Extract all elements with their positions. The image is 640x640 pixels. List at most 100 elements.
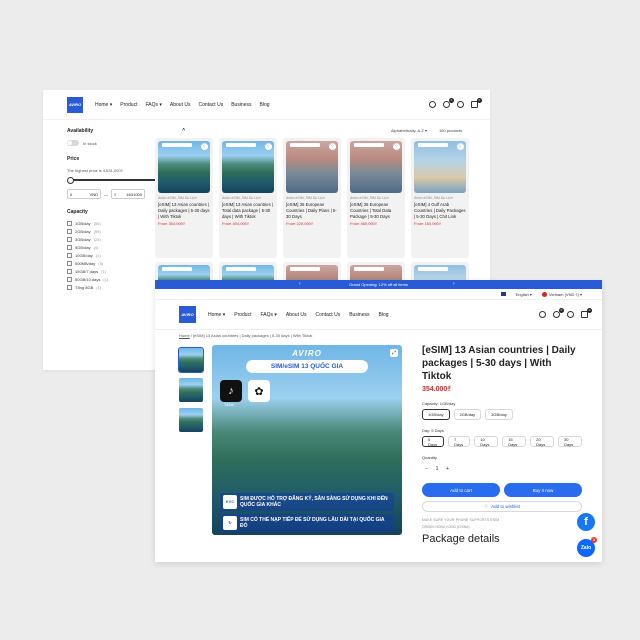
search-icon[interactable]: [429, 101, 436, 108]
product-card[interactable]: ♡ Avivo eSIM, SIM Du Lịch [eSIM] 35 Euro…: [283, 138, 341, 258]
cart-icon[interactable]: 0: [471, 98, 482, 108]
header-icons: 0 0: [429, 98, 482, 108]
quantity-input[interactable]: 1: [436, 466, 439, 472]
nav-faqs[interactable]: FAQs ▾: [145, 102, 161, 108]
site-logo[interactable]: AVIRO: [179, 306, 196, 323]
brand-logo: AVIRO: [292, 349, 322, 358]
price-max-input[interactable]: ₫ 4631000: [111, 189, 145, 199]
product-title[interactable]: [eSIM] 35 European Countries | Daily Pla…: [286, 202, 338, 219]
capacity-option[interactable]: 2GB/day: [453, 409, 482, 420]
product-image[interactable]: ♡: [222, 141, 274, 193]
nav-blog[interactable]: Blog: [260, 102, 270, 108]
nav-blog[interactable]: Blog: [379, 312, 389, 318]
nav-home[interactable]: Home ▾: [95, 102, 112, 108]
heart-icon[interactable]: ♡: [201, 143, 208, 150]
checkbox: [67, 277, 72, 282]
product-image[interactable]: ♡: [350, 141, 402, 193]
product-info: [eSIM] 13 Asian countries | Daily packag…: [422, 344, 582, 545]
nav-contact[interactable]: Contact Us: [198, 102, 223, 108]
product-title[interactable]: [eSIM] 13 Asian countries | Daily packag…: [158, 202, 210, 219]
main-product-image[interactable]: AVIRO ⤢ SIM/eSIM 13 QUỐC GIA ♪ TikTok ✿ …: [212, 345, 402, 535]
product-card[interactable]: ♡ Avivo eSIM, SIM Du Lịch [eSIM] 4 Gulf …: [411, 138, 469, 258]
in-stock-toggle[interactable]: [67, 140, 79, 146]
cart-icon[interactable]: 0: [581, 308, 592, 318]
checkbox: [67, 269, 72, 274]
buy-now-button[interactable]: Buy it now: [504, 483, 582, 497]
product-image[interactable]: ♡: [286, 141, 338, 193]
thumbnail[interactable]: [178, 347, 204, 373]
currency-selector[interactable]: Vietnam (VND ₫) ▾: [549, 292, 582, 297]
capacity-option[interactable]: 1GB/day: [422, 409, 450, 420]
purchase-buttons: Add to cart Buy it now: [422, 483, 582, 497]
product-card[interactable]: ♡ Avivo eSIM, SIM Du Lịch [eSIM] 35 Euro…: [347, 138, 405, 258]
product-image[interactable]: ♡: [414, 141, 466, 193]
price-min-input[interactable]: 0 VND: [67, 189, 101, 199]
add-to-cart-button[interactable]: Add to cart: [422, 483, 500, 497]
heart-icon[interactable]: ♡: [329, 143, 336, 150]
product-window: ‹ Grand Opening: 12% off all items › Eng…: [155, 280, 602, 562]
kyc-icon: KYC: [223, 495, 237, 509]
thumbnail[interactable]: [179, 378, 203, 402]
nav-business[interactable]: Business: [231, 102, 251, 108]
nav-about[interactable]: About Us: [286, 312, 307, 318]
language-selector[interactable]: English ▾: [516, 292, 532, 297]
header-icons: 0 0: [539, 308, 592, 318]
product-card[interactable]: ♡ Avivo eSIM, SIM Du Lịch [eSIM] 13 Asia…: [219, 138, 277, 258]
wishlist-icon[interactable]: 0: [443, 98, 454, 108]
product-image[interactable]: ♡: [158, 141, 210, 193]
zalo-chat-button[interactable]: Zalo 1: [577, 537, 597, 557]
chevron-right-icon[interactable]: ›: [453, 281, 455, 287]
flag-icon: [500, 292, 506, 296]
capacity-option[interactable]: 3GB/day: [485, 409, 513, 420]
heart-icon: ♡: [484, 503, 489, 509]
nav-faqs[interactable]: FAQs ▾: [260, 312, 276, 318]
product-title[interactable]: [eSIM] 13 Asian countries | Total data p…: [222, 202, 274, 219]
nav-product[interactable]: Product: [234, 312, 251, 318]
checkbox: [67, 253, 72, 258]
collection-toolbar: Alphabetically, A-Z ▾ 100 products: [391, 128, 462, 133]
nav-product[interactable]: Product: [120, 102, 137, 108]
plus-button[interactable]: +: [446, 466, 449, 472]
search-icon[interactable]: [539, 311, 546, 318]
heart-icon[interactable]: ♡: [457, 143, 464, 150]
capacity-label: Capacity: 1GB/day: [422, 401, 456, 406]
account-icon[interactable]: [567, 311, 574, 318]
checkbox: [67, 221, 72, 226]
day-option[interactable]: 10 Days: [474, 436, 499, 447]
nav-business[interactable]: Business: [349, 312, 369, 318]
chatgpt-icon: ✿: [248, 380, 270, 402]
chevron-left-icon[interactable]: ‹: [299, 281, 301, 287]
day-option[interactable]: 7 Days: [448, 436, 471, 447]
wishlist-icon[interactable]: 0: [553, 308, 564, 318]
day-option[interactable]: 30 Days: [558, 436, 582, 447]
quantity-stepper: − 1 +: [422, 463, 452, 474]
product-title[interactable]: [eSIM] 35 European Countries | Total Dat…: [350, 202, 402, 219]
day-option[interactable]: 5 Days: [422, 436, 445, 447]
facebook-icon[interactable]: f: [577, 513, 595, 531]
main-nav: Home ▾ Product FAQs ▾ About Us Contact U…: [208, 312, 389, 318]
day-option[interactable]: 15 Days: [502, 436, 527, 447]
nav-home[interactable]: Home ▾: [208, 312, 225, 318]
nav-contact[interactable]: Contact Us: [315, 312, 340, 318]
product-title[interactable]: [eSIM] 4 Gulf Arab Countries | Daily Pac…: [414, 202, 466, 219]
sort-dropdown[interactable]: Alphabetically, A-Z ▾: [391, 128, 427, 133]
checkbox: [67, 229, 72, 234]
thumbnail[interactable]: [179, 408, 203, 432]
breadcrumb-home[interactable]: Home: [179, 333, 190, 338]
chevron-up-icon[interactable]: ^: [182, 128, 185, 134]
expand-icon[interactable]: ⤢: [390, 349, 398, 357]
nav-about[interactable]: About Us: [170, 102, 191, 108]
day-option[interactable]: 20 Days: [530, 436, 555, 447]
price-heading: Price: [67, 156, 80, 162]
product-count: 100 products: [438, 128, 463, 133]
minus-button[interactable]: −: [425, 466, 428, 472]
heart-icon[interactable]: ♡: [265, 143, 272, 150]
product-title: [eSIM] 13 Asian countries | Daily packag…: [422, 345, 576, 382]
announcement-text[interactable]: Grand Opening: 12% off all items: [349, 282, 408, 287]
day-options: 5 Days 7 Days 10 Days 15 Days 20 Days 30…: [422, 436, 582, 447]
heart-icon[interactable]: ♡: [393, 143, 400, 150]
site-logo[interactable]: AVIRO: [67, 96, 83, 113]
add-to-wishlist-button[interactable]: ♡ Add to wishlist: [422, 501, 582, 512]
account-icon[interactable]: [457, 101, 464, 108]
product-card[interactable]: ♡ Avivo eSIM, SIM Du Lịch [eSIM] 13 Asia…: [155, 138, 213, 258]
